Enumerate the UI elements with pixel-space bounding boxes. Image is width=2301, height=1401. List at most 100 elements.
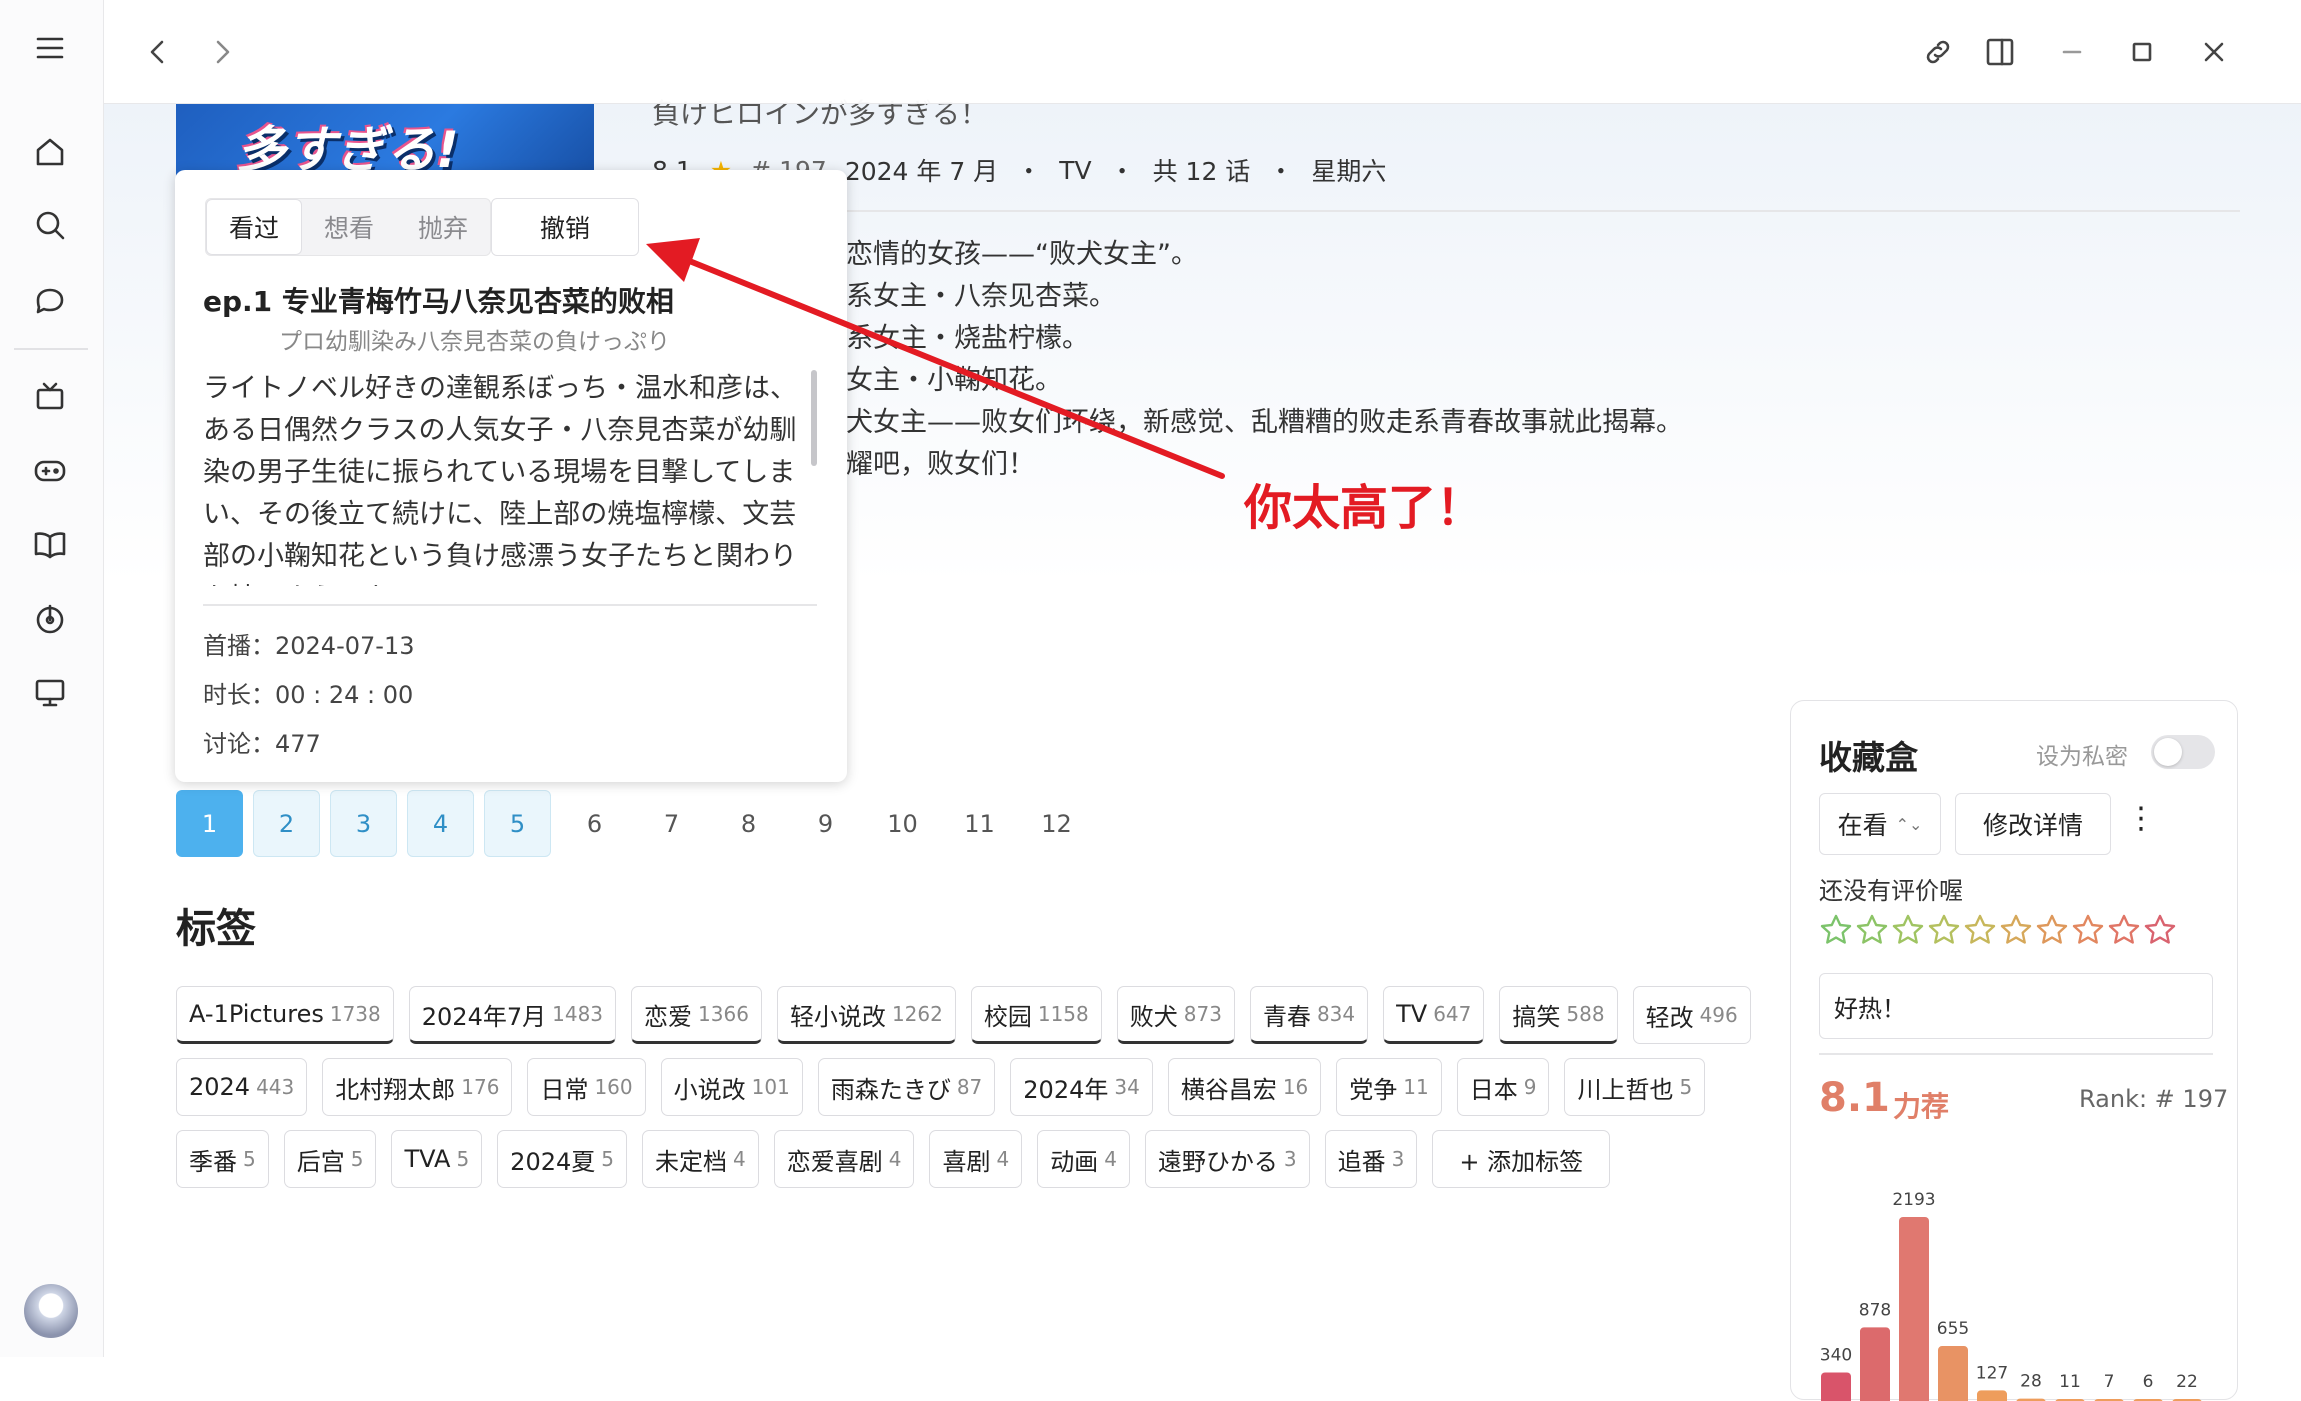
episode-button-6[interactable]: 6 (561, 790, 628, 857)
tag-chip[interactable]: 未定档 4 (641, 1130, 759, 1188)
episode-button-2[interactable]: 2 (253, 790, 320, 857)
tag-chip[interactable]: 小说改 101 (660, 1058, 803, 1116)
histogram-label: 340 (1821, 1345, 1852, 1365)
star-icon[interactable] (2071, 913, 2105, 947)
sidebar-divider (14, 348, 88, 350)
tag-chip[interactable]: 横谷昌宏 16 (1167, 1058, 1322, 1116)
star-icon[interactable] (1891, 913, 1925, 947)
tag-chip[interactable]: 搞笑 588 (1499, 986, 1618, 1044)
private-toggle[interactable] (2151, 735, 2215, 769)
tag-name: 川上哲也 (1577, 1075, 1674, 1104)
maximize-icon[interactable] (2114, 24, 2170, 80)
tab-drop[interactable]: 抛弃 (396, 199, 490, 255)
tab-want[interactable]: 想看 (302, 199, 396, 255)
tag-chip[interactable]: 青春 834 (1249, 986, 1369, 1044)
star-icon[interactable] (2107, 913, 2141, 947)
tag-chip[interactable]: 后宫 5 (283, 1130, 377, 1188)
tag-chip[interactable]: 校园 1158 (970, 986, 1102, 1044)
chevron-right-icon[interactable] (194, 24, 250, 80)
episode-button-7[interactable]: 7 (638, 790, 705, 857)
tag-chip[interactable]: 日本 9 (1456, 1058, 1550, 1116)
add-tag-button[interactable]: + 添加标签 (1432, 1130, 1611, 1188)
music-icon[interactable] (22, 590, 78, 646)
tag-name: 2024年 (1023, 1075, 1109, 1104)
book-icon[interactable] (22, 516, 78, 572)
episode-button-5[interactable]: 5 (484, 790, 551, 857)
tv-icon[interactable] (22, 368, 78, 424)
star-icon[interactable] (1963, 913, 1997, 947)
search-icon[interactable] (22, 197, 78, 253)
episode-button-4[interactable]: 4 (407, 790, 474, 857)
episode-button-12[interactable]: 12 (1023, 790, 1090, 857)
episode-description: ライトノベル好きの達観系ぼっち・温水和彦は、ある日偶然クラスの人気女子・八奈見杏… (203, 373, 797, 586)
minimize-icon[interactable] (2044, 24, 2100, 80)
tag-chip[interactable]: 季番 5 (176, 1130, 269, 1188)
tag-chip[interactable]: 2024年 34 (1010, 1058, 1153, 1116)
tag-chip[interactable]: 2024夏 5 (497, 1130, 627, 1188)
episode-button-3[interactable]: 3 (330, 790, 397, 857)
tag-chip[interactable]: 2024 443 (176, 1058, 308, 1116)
tag-count: 5 (601, 1147, 614, 1171)
episode-button-8[interactable]: 8 (715, 790, 782, 857)
sidebar (0, 0, 104, 1357)
tag-chip[interactable]: 党争 11 (1336, 1058, 1442, 1116)
tag-chip[interactable]: 2024年7月 1483 (408, 986, 617, 1044)
tag-chip[interactable]: 恋爱喜剧 4 (773, 1130, 915, 1188)
tag-chip[interactable]: 雨森たきび 87 (817, 1058, 996, 1116)
panel-icon[interactable] (1972, 24, 2028, 80)
status-select[interactable]: 在看 ⌃⌄ (1819, 793, 1941, 855)
tag-name: 败犬 (1129, 1002, 1178, 1031)
close-icon[interactable] (2186, 24, 2242, 80)
tag-name: 雨森たきび (830, 1075, 951, 1104)
home-icon[interactable] (22, 124, 78, 180)
chevron-left-icon[interactable] (130, 24, 186, 80)
comment-input[interactable]: 好热！ (1819, 973, 2213, 1039)
more-icon[interactable]: ⋮ (2126, 801, 2156, 847)
tag-name: TV (1396, 1000, 1428, 1028)
tag-name: 后宫 (296, 1147, 345, 1176)
star-icon[interactable] (1999, 913, 2033, 947)
star-icon[interactable] (1819, 913, 1853, 947)
tag-chip[interactable]: A-1Pictures 1738 (176, 986, 394, 1044)
watch-status-tabs: 看过 想看 抛弃 (205, 198, 492, 256)
tag-count: 176 (461, 1075, 500, 1099)
chat-icon[interactable] (22, 272, 78, 328)
tag-chip[interactable]: 北村翔太郎 176 (322, 1058, 513, 1116)
menu-icon[interactable] (22, 20, 78, 76)
scrollbar[interactable] (811, 370, 817, 466)
tag-chip[interactable]: TV 647 (1383, 986, 1485, 1044)
edit-details-button[interactable]: 修改详情 (1955, 793, 2111, 855)
star-icon[interactable] (1927, 913, 1961, 947)
tag-chip[interactable]: 日常 160 (527, 1058, 646, 1116)
episode-button-10[interactable]: 10 (869, 790, 936, 857)
histogram-label: 878 (1859, 1300, 1891, 1320)
tag-name: 未定档 (654, 1147, 727, 1176)
avatar[interactable] (24, 1284, 78, 1338)
tag-count: 5 (243, 1147, 256, 1171)
tag-chip[interactable]: 追番 3 (1324, 1130, 1418, 1188)
episode-button-11[interactable]: 11 (946, 790, 1013, 857)
episode-button-9[interactable]: 9 (792, 790, 859, 857)
tag-count: 34 (1114, 1075, 1140, 1099)
tag-chip[interactable]: 喜剧 4 (929, 1130, 1023, 1188)
tag-chip[interactable]: 动画 4 (1037, 1130, 1130, 1188)
cancel-button[interactable]: 撤销 (491, 198, 639, 256)
tag-chip[interactable]: 遠野ひかる 3 (1144, 1130, 1310, 1188)
tag-chip[interactable]: 轻小说改 1262 (776, 986, 956, 1044)
link-icon[interactable] (1910, 24, 1966, 80)
tag-chip[interactable]: 轻改 496 (1632, 986, 1751, 1044)
tag-chip[interactable]: 恋爱 1366 (631, 986, 762, 1044)
tag-chip[interactable]: 败犬 873 (1116, 986, 1235, 1044)
star-icon[interactable] (2035, 913, 2069, 947)
star-icon[interactable] (2143, 913, 2177, 947)
gamepad-icon[interactable] (22, 442, 78, 498)
collection-box: 收藏盒 设为私密 在看 ⌃⌄ 修改详情 ⋮ 还没有评价喔 好热！ 8.1 力荐 … (1790, 700, 2238, 1401)
monitor-icon[interactable] (22, 664, 78, 720)
episode-button-1[interactable]: 1 (176, 790, 243, 857)
star-icon[interactable] (1855, 913, 1889, 947)
tag-count: 3 (1283, 1147, 1297, 1171)
tag-chip[interactable]: TVA 5 (391, 1130, 483, 1188)
tag-chip[interactable]: 川上哲也 5 (1564, 1058, 1706, 1116)
tab-watched[interactable]: 看过 (206, 199, 303, 255)
collection-score: 8.1 (1819, 1075, 1890, 1121)
